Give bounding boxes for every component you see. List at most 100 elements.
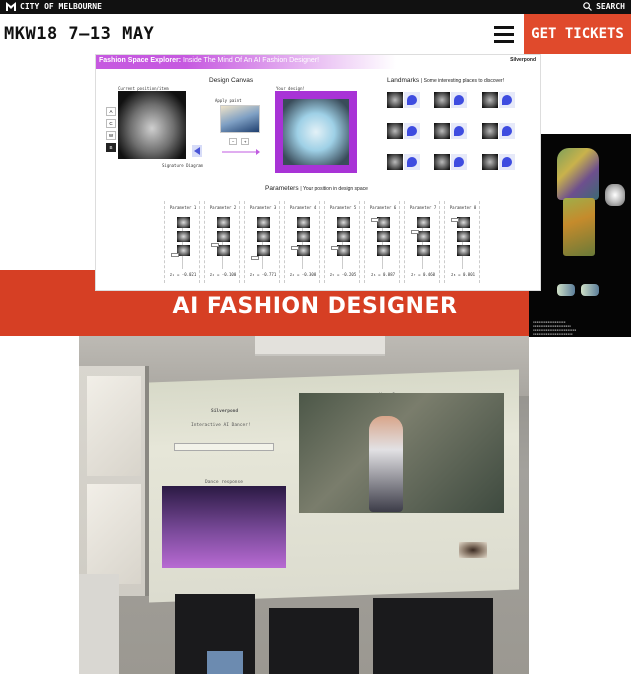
landmark-1-target[interactable] (404, 92, 420, 108)
landmark-5[interactable] (434, 123, 450, 139)
projected-dance-response: Dance response (205, 480, 243, 485)
side-button-w[interactable]: W (106, 131, 116, 140)
slider-knob[interactable] (171, 252, 179, 257)
landmark-1[interactable] (387, 92, 403, 108)
outfit-jacket (557, 148, 599, 200)
city-of-melbourne-logo-icon (6, 2, 16, 11)
parameter-slider[interactable]: Parameter 8 z₈ = 0.801 (444, 201, 480, 283)
event-title[interactable]: MKW18 7–13 MAY (4, 24, 154, 44)
slider-knob[interactable] (251, 256, 259, 260)
eye-image (459, 542, 487, 558)
parameter-preview-image (457, 245, 470, 256)
paint-style-image[interactable] (220, 105, 260, 133)
parameter-value: z₆ = 0.887 (370, 272, 396, 277)
parameter-slider[interactable]: Parameter 1 z₁ = -0.021 (164, 201, 200, 283)
parameter-slider[interactable]: Parameter 2 z₂ = -0.100 (204, 201, 240, 283)
desk-equipment (79, 574, 119, 674)
parameter-preview-image (377, 245, 390, 256)
generated-outfit-image: ▪▪▪▪▪▪▪▪▪▪▪▪▪▪▪▪▪▪ ▪▪▪▪▪▪▪▪▪▪▪▪▪▪▪▪▪▪▪▪▪ ▪… (529, 134, 631, 337)
landmark-3-target[interactable] (499, 92, 515, 108)
parameter-value: z₃ = -0.771 (249, 272, 277, 277)
landmark-9-target[interactable] (499, 154, 515, 170)
dance-floor-render (162, 486, 286, 568)
landmark-2-target[interactable] (451, 92, 467, 108)
landmark-6-target[interactable] (499, 123, 515, 139)
city-brand-label: CITY OF MELBOURNE (20, 2, 102, 11)
outfit-pants (563, 198, 595, 256)
parameter-value: z₇ = 0.460 (410, 272, 436, 277)
parameter-slider[interactable]: Parameter 3 z₃ = -0.771 (244, 201, 280, 283)
air-conditioner (255, 336, 385, 356)
landmarks-title-main: Landmarks (387, 77, 420, 84)
landmark-4[interactable] (387, 123, 403, 139)
parameter-name: Parameter 1 (169, 205, 197, 210)
installation-photo: Silverpond Interactive AI Dancer! Your D… (79, 336, 529, 674)
landmark-8[interactable] (434, 154, 450, 170)
outfit-shoe-right (581, 284, 599, 296)
parameter-slider[interactable]: Parameter 6 z₆ = 0.887 (364, 201, 400, 283)
parameter-preview-image (377, 231, 390, 242)
current-item-image (118, 91, 186, 159)
parameter-value: z₁ = -0.021 (169, 272, 197, 277)
parameter-preview-image (297, 217, 310, 228)
slider-knob[interactable] (411, 230, 419, 234)
parameter-value: z₈ = 0.801 (450, 272, 476, 277)
parameter-preview-image (417, 245, 430, 256)
parameter-slider[interactable]: Parameter 5 z₅ = -0.205 (324, 201, 360, 283)
parameter-preview-image (417, 217, 430, 228)
landmark-7-target[interactable] (404, 154, 420, 170)
landmark-8-target[interactable] (451, 154, 467, 170)
app-title: Fashion Space Explorer: Inside The Mind … (99, 57, 319, 64)
landmarks-title: Landmarks | Some interesting places to d… (387, 77, 504, 84)
slider-knob[interactable] (451, 217, 459, 222)
parameter-slider[interactable]: Parameter 4 z₄ = -0.308 (284, 201, 320, 283)
paint-minus-button[interactable]: − (229, 138, 238, 145)
monitor-center (269, 608, 359, 674)
apply-paint-label: Apply paint (215, 98, 242, 103)
signature-label: Signature Diagram (162, 163, 203, 168)
your-design-image (283, 99, 349, 165)
landmark-4-target[interactable] (404, 123, 420, 139)
landmark-6[interactable] (482, 123, 498, 139)
your-design-frame (275, 91, 357, 173)
slider-knob[interactable] (291, 246, 299, 250)
parameters-subtitle: | Your position in design space (300, 186, 368, 192)
parameter-name: Parameter 3 (249, 205, 277, 210)
side-button-b[interactable]: B (106, 143, 116, 152)
landmark-5-target[interactable] (451, 123, 467, 139)
parameter-name: Parameter 8 (449, 205, 477, 210)
design-canvas-title: Design Canvas (209, 77, 254, 84)
app-brand: Silverpond (510, 57, 536, 63)
parameter-preview-image (337, 217, 350, 228)
side-button-c[interactable]: C (106, 119, 116, 128)
monitor-right (373, 598, 493, 674)
prev-arrow-button[interactable] (192, 145, 202, 157)
parameter-preview-image (217, 217, 230, 228)
parameter-name: Parameter 2 (209, 205, 237, 210)
parameter-preview-image (177, 217, 190, 228)
parameter-value: z₅ = -0.205 (329, 272, 357, 277)
city-brand[interactable]: CITY OF MELBOURNE (6, 2, 102, 11)
paint-arrow-icon (222, 149, 260, 155)
parameter-preview-image (337, 231, 350, 242)
slider-knob[interactable] (331, 246, 339, 250)
landmark-3[interactable] (482, 92, 498, 108)
paint-plus-button[interactable]: + (241, 138, 250, 145)
parameter-slider[interactable]: Parameter 7 z₇ = 0.460 (404, 201, 440, 283)
parameter-value: z₂ = -0.100 (209, 272, 237, 277)
parameter-name: Parameter 4 (289, 205, 317, 210)
projected-input (174, 443, 274, 451)
landmark-7[interactable] (387, 154, 403, 170)
landmark-2[interactable] (434, 92, 450, 108)
menu-icon[interactable] (494, 26, 514, 43)
side-button-a[interactable]: A (106, 107, 116, 116)
parameter-value: z₄ = -0.308 (289, 272, 317, 277)
parameters-title: Parameters | Your position in design spa… (265, 185, 368, 192)
parameters-title-main: Parameters (265, 185, 299, 192)
slider-knob[interactable] (371, 217, 379, 222)
fashion-space-explorer-screenshot: Fashion Space Explorer: Inside The Mind … (95, 54, 541, 291)
landmark-9[interactable] (482, 154, 498, 170)
slider-knob[interactable] (211, 242, 219, 247)
search-link[interactable]: SEARCH (583, 2, 625, 11)
get-tickets-button[interactable]: GET TICKETS (524, 14, 631, 54)
